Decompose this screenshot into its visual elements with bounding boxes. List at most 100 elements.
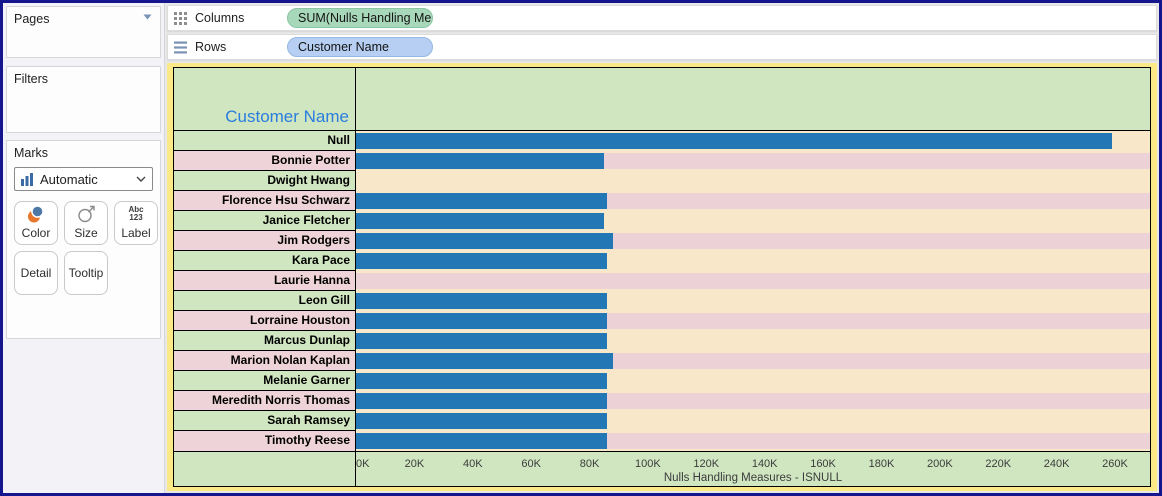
bar-mark[interactable] [356,313,608,329]
pages-shelf[interactable]: Pages [6,6,161,58]
row-header-label[interactable]: Melanie Garner [174,371,356,391]
columns-shelf-label: Columns [195,11,245,25]
row-header-label[interactable]: Laurie Hanna [174,271,356,291]
row-header-label[interactable]: Bonnie Potter [174,151,356,171]
row-pane [356,331,1150,351]
table-row: Timothy Reese [174,431,1150,451]
x-tick-label: 20K [404,458,425,470]
rows-shelf[interactable]: Rows Customer Name [167,34,1157,60]
color-button[interactable]: Color [14,201,58,245]
chevron-down-icon [136,176,146,182]
columns-grid-icon [174,11,187,25]
x-tick-label: 140K [751,458,778,470]
bar-mark[interactable] [356,293,608,309]
row-header-label[interactable]: Null [174,131,356,151]
marks-card: Marks Automatic Color Size Abc 123 Label… [6,140,161,339]
row-header-label[interactable]: Marion Nolan Kaplan [174,351,356,371]
x-tick-label: 80K [579,458,600,470]
tooltip-button-label: Tooltip [68,266,104,280]
bar-mark[interactable] [356,193,608,209]
color-button-label: Color [21,226,51,240]
x-axis-title: Nulls Handling Measures - ISNULL [663,472,843,484]
label-button[interactable]: Abc 123 Label [114,201,158,245]
row-pane [356,171,1150,191]
table-row: Bonnie Potter [174,151,1150,171]
caret-down-icon [143,14,152,20]
marks-buttons: Color Size Abc 123 Label Detail Tooltip [14,201,160,295]
table-row: Leon Gill [174,291,1150,311]
filters-shelf[interactable]: Filters [6,66,161,133]
row-header-label[interactable]: Dwight Hwang [174,171,356,191]
row-header-label[interactable]: Timothy Reese [174,431,356,451]
worksheet-canvas: Customer Name Null Bonnie Potter Dwight Hw… [167,63,1157,491]
x-tick-label: 0K [356,458,370,470]
bar-mark[interactable] [356,433,608,449]
bar-mark[interactable] [356,413,608,429]
x-tick-label: 200K [926,458,953,470]
table-row: Sarah Ramsey [174,411,1150,431]
row-pane [356,251,1150,271]
pages-label: Pages [14,12,50,26]
x-tick-label: 240K [1043,458,1070,470]
row-header-label[interactable]: Marcus Dunlap [174,331,356,351]
detail-button-label: Detail [20,266,52,280]
table-row: Florence Hsu Schwarz [174,191,1150,211]
bar-mark[interactable] [356,233,613,249]
x-tick-label: 220K [985,458,1012,470]
pages-dropdown-button[interactable] [143,7,160,20]
table-row: Laurie Hanna [174,271,1150,291]
color-icon [26,202,46,226]
table-row: Melanie Garner [174,371,1150,391]
detail-button[interactable]: Detail [14,251,58,295]
table-row: Lorraine Houston [174,311,1150,331]
row-pane [356,371,1150,391]
rows-pill[interactable]: Customer Name [287,37,433,57]
row-pane [356,431,1150,451]
x-tick-label: 260K [1102,458,1128,470]
row-header-label[interactable]: Kara Pace [174,251,356,271]
row-header-label[interactable]: Lorraine Houston [174,311,356,331]
row-header-label[interactable]: Sarah Ramsey [174,411,356,431]
row-pane [356,131,1150,151]
tooltip-button[interactable]: Tooltip [64,251,108,295]
table-row: Null [174,131,1150,151]
bar-mark[interactable] [356,133,1113,149]
x-tick-label: 100K [635,458,661,470]
bar-mark[interactable] [356,373,608,389]
bar-mark[interactable] [356,333,608,349]
mark-type-dropdown[interactable]: Automatic [14,167,153,191]
tableau-window: Pages Filters Marks Automatic Color Size… [0,0,1162,496]
table-row: Dwight Hwang [174,171,1150,191]
row-pane [356,211,1150,231]
row-header-label[interactable]: Leon Gill [174,291,356,311]
row-band [356,273,1150,289]
table-row: Marion Nolan Kaplan [174,351,1150,371]
x-tick-label: 160K [810,458,836,470]
row-header-title[interactable]: Customer Name [174,68,356,130]
row-pane [356,151,1150,171]
row-header-label[interactable]: Jim Rodgers [174,231,356,251]
bar-mark[interactable] [356,393,608,409]
marks-label: Marks [14,146,49,160]
bar-mark[interactable] [356,213,605,229]
x-axis[interactable]: Nulls Handling Measures - ISNULL 0K 20K 40… [356,452,1150,486]
data-rows: Null Bonnie Potter Dwight Hwang Florence Hs… [174,131,1150,451]
bar-mark[interactable] [356,153,605,169]
row-pane [356,351,1150,371]
bar-mark[interactable] [356,253,608,269]
label-icon: Abc 123 [128,205,144,222]
columns-shelf[interactable]: Columns SUM(Nulls Handling Me.. [167,5,1157,31]
columns-pill[interactable]: SUM(Nulls Handling Me.. [287,8,433,28]
size-icon [77,202,96,226]
size-button[interactable]: Size [64,201,108,245]
filters-label: Filters [14,72,49,86]
row-pane [356,231,1150,251]
sidebar: Pages Filters Marks Automatic Color Size… [3,3,165,493]
row-header-label[interactable]: Janice Fletcher [174,211,356,231]
table-row: Jim Rodgers [174,231,1150,251]
row-pane [356,311,1150,331]
table-row: Kara Pace [174,251,1150,271]
bar-mark[interactable] [356,353,613,369]
row-header-label[interactable]: Florence Hsu Schwarz [174,191,356,211]
row-header-label[interactable]: Meredith Norris Thomas [174,391,356,411]
